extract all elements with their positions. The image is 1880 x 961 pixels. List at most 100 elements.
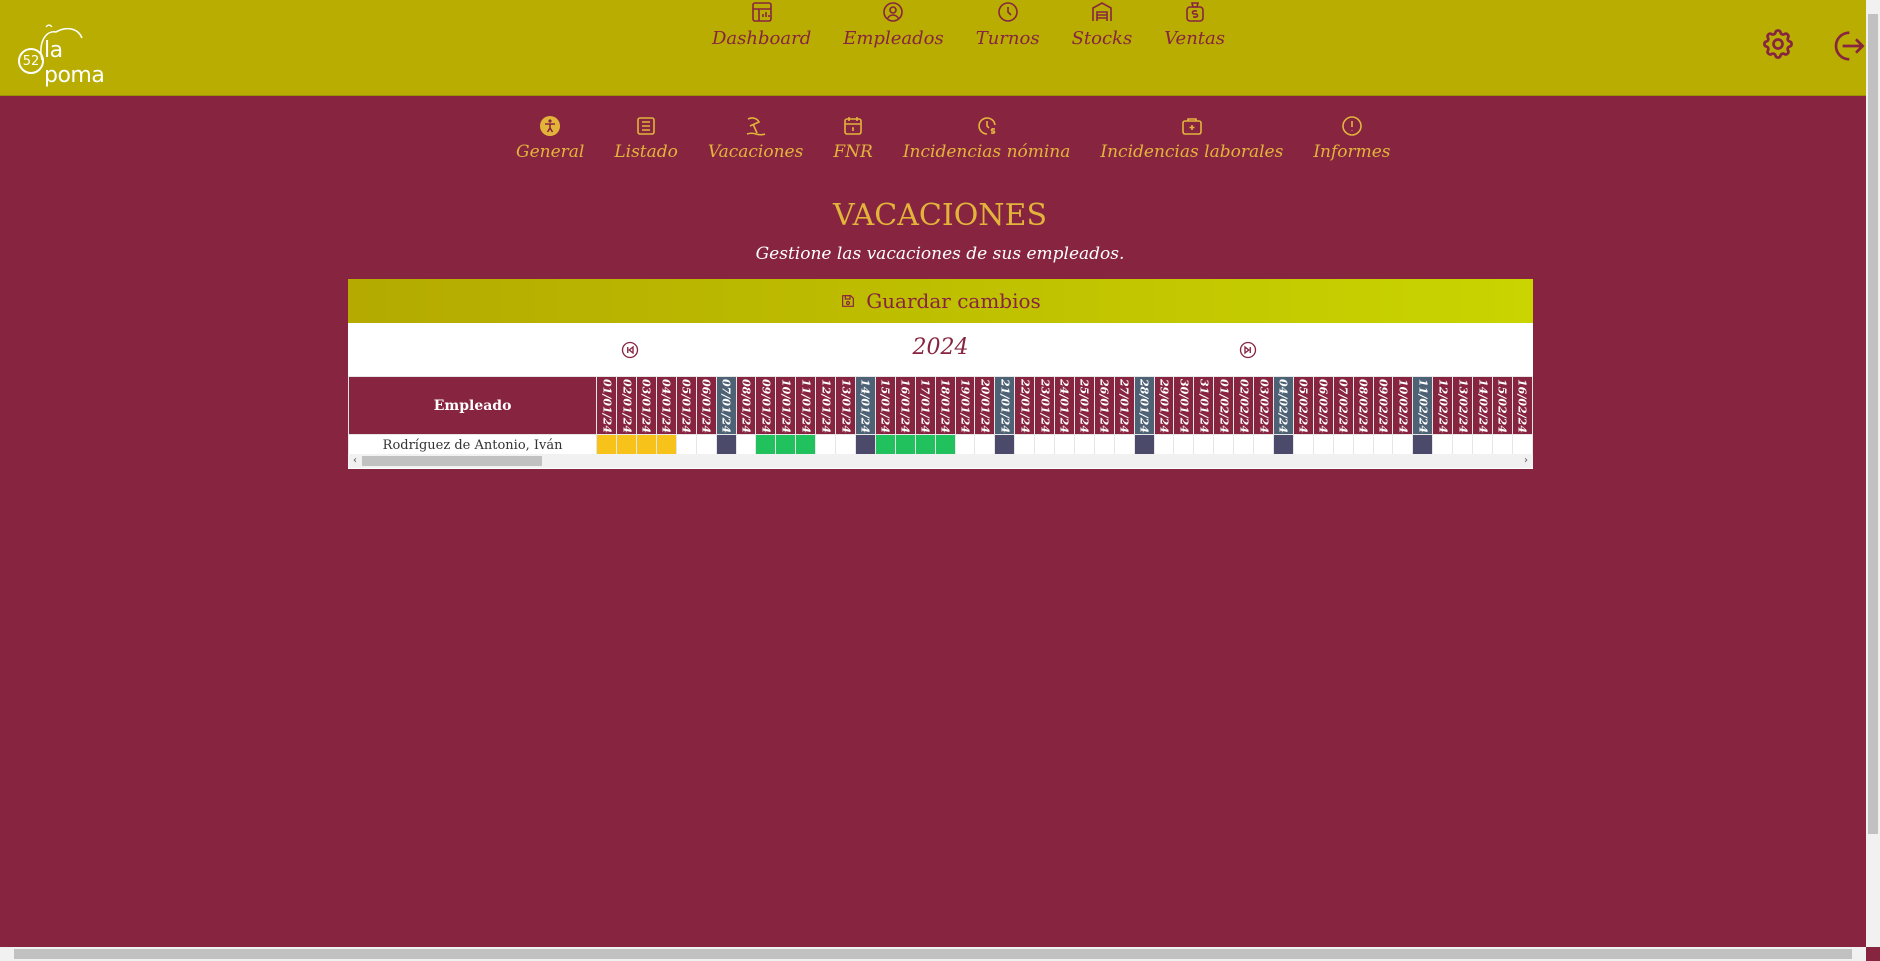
nav-dashboard[interactable]: Dashboard — [712, 0, 811, 49]
day-cell[interactable] — [914, 434, 936, 456]
day-cell[interactable] — [1332, 434, 1354, 456]
day-header: 01/01/24 — [596, 376, 618, 435]
day-header-label: 19/01/24 — [958, 378, 972, 433]
year-selector: 2024 — [348, 323, 1533, 376]
day-header-label: 06/01/24 — [699, 378, 713, 433]
day-cell[interactable] — [934, 434, 956, 456]
day-header: 05/01/24 — [675, 376, 697, 435]
day-cell[interactable] — [616, 434, 637, 456]
day-cell[interactable] — [1034, 434, 1056, 456]
day-cell[interactable] — [1054, 434, 1075, 456]
day-cell[interactable] — [735, 434, 757, 456]
day-header: 14/01/24 — [854, 376, 876, 435]
day-cell[interactable] — [1412, 434, 1434, 456]
day-cell[interactable] — [1193, 434, 1215, 456]
day-cell[interactable] — [775, 434, 797, 456]
day-cell[interactable] — [1173, 434, 1195, 456]
nav-turnos[interactable]: Turnos — [976, 0, 1040, 49]
scroll-left-icon[interactable]: ‹ — [348, 454, 362, 468]
day-cell[interactable] — [1014, 434, 1036, 456]
day-cell[interactable] — [1073, 434, 1095, 456]
page-vertical-scrollbar[interactable] — [1866, 0, 1880, 947]
vacation-grid-container[interactable]: Empleado 01/01/24 02/01/24 03/01/24 04/01/2… — [348, 376, 1533, 469]
day-header: 04/02/24 — [1273, 376, 1294, 435]
day-header-label: 06/02/24 — [1316, 378, 1330, 433]
scrollbar-thumb[interactable] — [362, 456, 542, 466]
day-header-label: 13/01/24 — [839, 378, 853, 433]
day-cell[interactable] — [1432, 434, 1454, 456]
next-year-icon[interactable] — [1239, 341, 1257, 359]
nav-empleados[interactable]: Empleados — [843, 0, 944, 49]
day-header: 15/01/24 — [874, 376, 896, 435]
alert-circle-icon — [1342, 116, 1362, 136]
subnav-label: Vacaciones — [707, 142, 804, 162]
day-cell[interactable] — [636, 434, 657, 456]
day-cell[interactable] — [695, 434, 717, 456]
day-header: 19/01/24 — [954, 376, 976, 435]
day-cell[interactable] — [1233, 434, 1255, 456]
gear-icon[interactable] — [1760, 26, 1796, 62]
day-cell[interactable] — [874, 434, 896, 456]
day-cell[interactable] — [835, 434, 856, 456]
day-header: 13/01/24 — [835, 376, 856, 435]
day-cell[interactable] — [1153, 434, 1175, 456]
day-cell[interactable] — [815, 434, 837, 456]
day-header-label: 22/01/24 — [1018, 378, 1032, 433]
subnav-informes[interactable]: Informes — [1313, 114, 1391, 162]
subnav-label: Listado — [614, 142, 678, 162]
save-label: Guardar cambios — [866, 289, 1041, 313]
day-cell[interactable] — [1312, 434, 1334, 456]
day-cell[interactable] — [755, 434, 777, 456]
day-header-label: 21/01/24 — [998, 378, 1012, 433]
day-header: 05/02/24 — [1292, 376, 1314, 435]
day-cell[interactable] — [1511, 434, 1533, 456]
day-cell[interactable] — [1113, 434, 1135, 456]
day-cell[interactable] — [715, 434, 737, 456]
scrollbar-thumb[interactable] — [1868, 14, 1878, 834]
subnav-vacaciones[interactable]: Vacaciones — [708, 114, 803, 162]
floppy-disk-icon — [842, 295, 855, 307]
day-cell[interactable] — [675, 434, 697, 456]
day-cell[interactable] — [1253, 434, 1274, 456]
nav-ventas[interactable]: Ventas — [1164, 0, 1225, 49]
subnav-label: General — [516, 142, 585, 162]
day-cell[interactable] — [1273, 434, 1294, 456]
day-cell[interactable] — [1491, 434, 1513, 456]
day-cell[interactable] — [655, 434, 677, 456]
day-cell[interactable] — [1372, 434, 1394, 456]
page-horizontal-scrollbar[interactable] — [0, 947, 1866, 961]
day-cell[interactable] — [974, 434, 996, 456]
day-cell[interactable] — [1093, 434, 1115, 456]
grid-horizontal-scrollbar[interactable]: ‹ › — [348, 454, 1533, 468]
subnav-incidencias-laborales[interactable]: Incidencias laborales — [1100, 114, 1283, 162]
save-button[interactable]: Guardar cambios — [348, 279, 1533, 323]
day-cell[interactable] — [1352, 434, 1374, 456]
day-cell[interactable] — [994, 434, 1016, 456]
day-cell[interactable] — [795, 434, 817, 456]
day-cell[interactable] — [1472, 434, 1493, 456]
logout-icon[interactable] — [1826, 26, 1866, 66]
nav-stocks[interactable]: Stocks — [1072, 0, 1132, 49]
day-cell[interactable] — [1452, 434, 1474, 456]
day-cell[interactable] — [854, 434, 876, 456]
day-cell[interactable] — [1213, 434, 1235, 456]
vacation-grid: Empleado 01/01/24 02/01/24 03/01/24 04/01/2… — [348, 376, 1533, 456]
day-header-label: 18/01/24 — [938, 378, 952, 433]
scroll-right-icon[interactable]: › — [1519, 454, 1533, 468]
day-header: 14/02/24 — [1472, 376, 1493, 435]
employee-name: Rodríguez de Antonio, Iván — [348, 434, 598, 456]
day-cell[interactable] — [954, 434, 976, 456]
subnav-general[interactable]: General — [516, 114, 584, 162]
day-header: 21/01/24 — [994, 376, 1016, 435]
day-cell[interactable] — [1133, 434, 1155, 456]
subnav-incidencias-nomina[interactable]: Incidencias nómina — [903, 114, 1070, 162]
day-cell[interactable] — [894, 434, 916, 456]
day-cell[interactable] — [1392, 434, 1414, 456]
day-cell[interactable] — [1292, 434, 1314, 456]
scrollbar-thumb[interactable] — [14, 949, 1852, 959]
day-header-label: 08/01/24 — [739, 378, 753, 433]
subnav-listado[interactable]: Listado — [614, 114, 678, 162]
logo[interactable]: 52 la poma — [18, 22, 128, 88]
day-cell[interactable] — [596, 434, 618, 456]
subnav-fnr[interactable]: FNR — [833, 114, 873, 162]
